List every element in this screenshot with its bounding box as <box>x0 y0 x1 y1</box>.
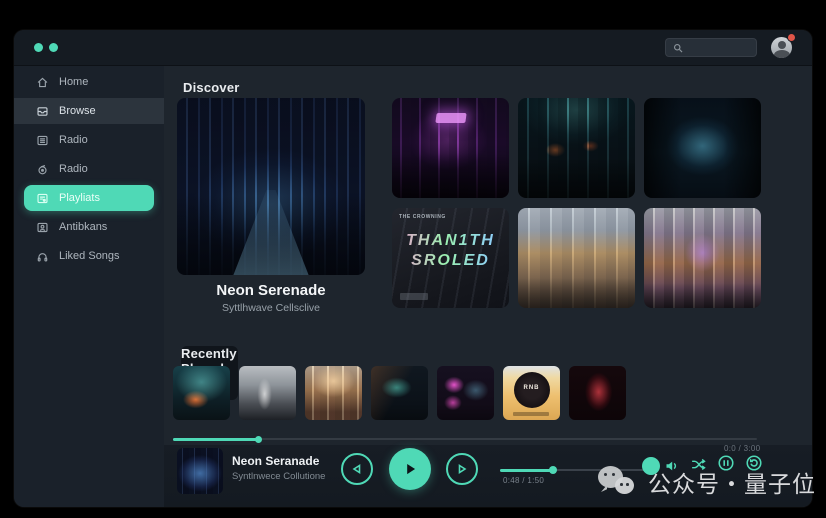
featured-card[interactable]: Neon Serenade Syttlhwave Cellsclive <box>177 98 365 314</box>
recently-played-row: RNB <box>173 366 626 420</box>
play-icon <box>407 463 416 475</box>
main-content: Discover Neon Serenade Syttlhwave Cellsc… <box>164 66 812 507</box>
sidebar-item-label: Antibkans <box>59 221 108 233</box>
album-grid: THE CROWNING THAN1TH SROLED <box>392 98 761 314</box>
watermark: 公众号・量子位 <box>598 466 816 502</box>
sidebar: Home Browse Radio Radio Playliats Antibk… <box>14 66 164 507</box>
play-button[interactable] <box>389 448 431 490</box>
window-control-dot-1[interactable] <box>34 43 43 52</box>
screenshot-canvas: Home Browse Radio Radio Playliats Antibk… <box>0 0 826 518</box>
featured-subtitle: Syttlhwave Cellsclive <box>221 302 321 314</box>
sidebar-item-label: Browse <box>59 105 96 117</box>
album-tile-1[interactable] <box>392 98 509 198</box>
now-playing-title: Neon Seranade <box>232 454 320 468</box>
window-controls <box>34 43 58 52</box>
playback-progress-bar[interactable] <box>173 436 757 443</box>
album-tile-4[interactable]: THE CROWNING THAN1TH SROLED <box>392 208 509 308</box>
window-control-dot-2[interactable] <box>49 43 58 52</box>
discover-heading: Discover <box>183 80 240 95</box>
next-icon <box>458 464 467 474</box>
radio-icon <box>38 164 47 174</box>
search-input[interactable] <box>665 38 757 57</box>
titlebar <box>14 30 812 66</box>
seek-fill <box>500 468 553 472</box>
sidebar-item-label: Radio <box>59 163 88 175</box>
album-tile-5[interactable] <box>518 208 635 308</box>
sidebar-item-radio-list[interactable]: Radio <box>14 127 164 153</box>
playlist-icon <box>37 193 48 203</box>
watermark-text: 公众号・量子位 <box>648 471 816 497</box>
sidebar-item-label: Liked Songs <box>59 250 120 262</box>
previous-icon <box>352 464 361 474</box>
sidebar-item-radio[interactable]: Radio <box>14 156 164 182</box>
progress-fill <box>173 437 258 441</box>
featured-album-art[interactable] <box>177 98 365 275</box>
sidebar-item-label: Radio <box>59 134 88 146</box>
notification-badge <box>787 33 796 42</box>
recent-item-1[interactable] <box>173 366 230 420</box>
sidebar-item-browse[interactable]: Browse <box>14 98 164 124</box>
recent-item-3[interactable] <box>305 366 362 420</box>
poster-title-line1: THAN1TH <box>392 232 509 250</box>
now-playing-artist: Syntlnwece Collutione <box>232 471 326 482</box>
album-tile-3[interactable] <box>644 98 761 198</box>
featured-title: Neon Serenade <box>216 282 326 299</box>
progress-knob[interactable] <box>255 436 262 443</box>
headphones-icon <box>37 252 48 261</box>
time-elapsed: 0:48 / 1:50 <box>503 476 545 485</box>
recent-item-5[interactable] <box>437 366 494 420</box>
album-tile-2[interactable] <box>518 98 635 198</box>
search-icon <box>673 43 683 52</box>
time-total: 0:0 / 3:00 <box>724 444 761 453</box>
sidebar-item-playlists[interactable]: Playliats <box>24 185 154 211</box>
vinyl-label: RNB <box>523 384 540 391</box>
sidebar-item-home[interactable]: Home <box>14 69 164 95</box>
sidebar-item-label: Home <box>59 76 89 88</box>
avatar[interactable] <box>771 33 796 58</box>
sidebar-item-artists[interactable]: Antibkans <box>14 214 164 240</box>
poster-topline: THE CROWNING <box>399 214 446 220</box>
home-icon <box>37 77 48 87</box>
seek-knob[interactable] <box>549 466 557 474</box>
album-tile-6[interactable] <box>644 208 761 308</box>
recent-item-4[interactable] <box>371 366 428 420</box>
poster-title-line2: SROLED <box>392 252 509 270</box>
queue-icon <box>37 135 48 145</box>
recent-item-7[interactable] <box>569 366 626 420</box>
browse-icon <box>37 106 48 116</box>
sidebar-item-label: Playliats <box>59 192 100 204</box>
recent-item-2[interactable] <box>239 366 296 420</box>
recent-item-6[interactable]: RNB <box>503 366 560 420</box>
now-playing-art[interactable] <box>177 448 223 494</box>
previous-button[interactable] <box>341 453 373 485</box>
sidebar-item-liked-songs[interactable]: Liked Songs <box>14 243 164 269</box>
wechat-icon <box>598 466 640 502</box>
app-window: Home Browse Radio Radio Playliats Antibk… <box>14 30 812 507</box>
artists-icon <box>37 222 48 232</box>
next-button[interactable] <box>446 453 478 485</box>
